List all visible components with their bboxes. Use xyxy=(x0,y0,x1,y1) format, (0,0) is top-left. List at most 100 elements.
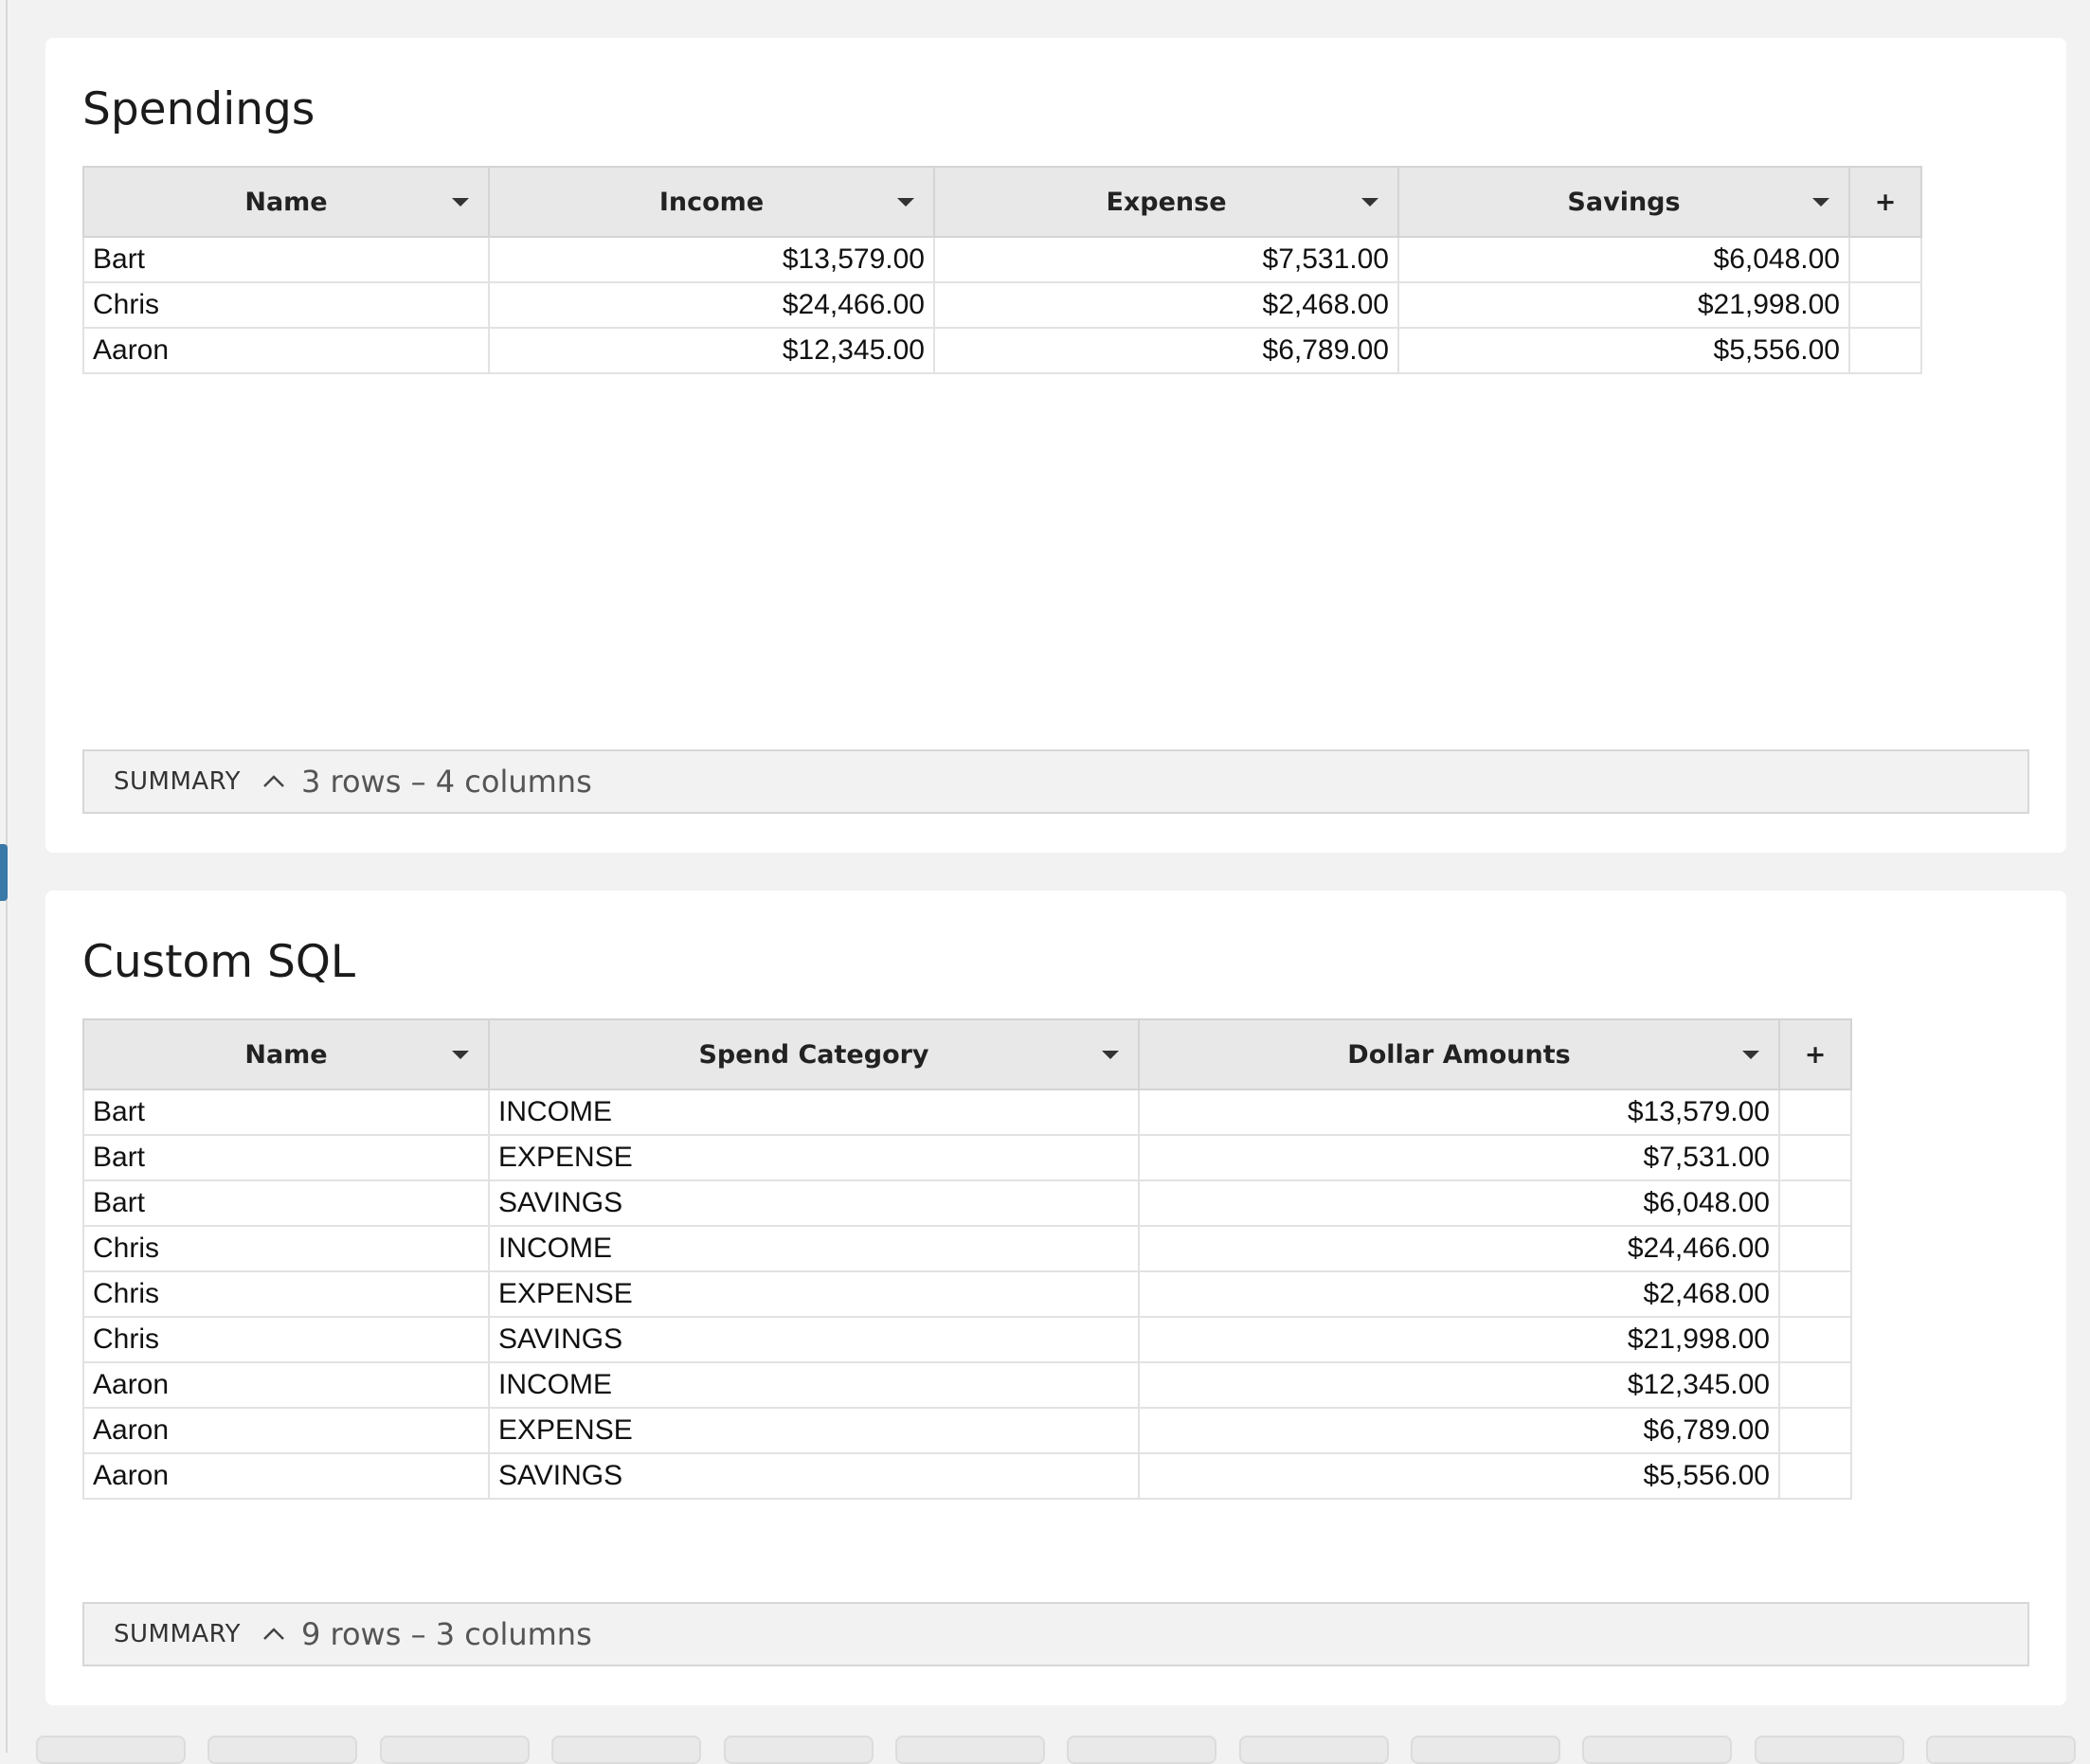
custom-sql-table: Name Spend Category Dollar Amounts + Bar… xyxy=(82,1018,1852,1500)
cell-dollar-amount[interactable]: $6,048.00 xyxy=(1138,1179,1780,1227)
column-header-income[interactable]: Income xyxy=(488,166,935,238)
caret-down-icon[interactable] xyxy=(1742,1051,1759,1059)
chevron-up-icon[interactable] xyxy=(261,772,286,791)
cell-dollar-amount[interactable]: $2,468.00 xyxy=(1138,1270,1780,1318)
cell-name[interactable]: Bart xyxy=(82,1134,490,1181)
caret-down-icon[interactable] xyxy=(452,198,469,207)
cell-name[interactable]: Bart xyxy=(82,236,490,283)
table-row: Bart $13,579.00 $7,531.00 $6,048.00 xyxy=(82,236,1922,283)
cell-empty xyxy=(1778,1270,1852,1318)
bottom-tab[interactable] xyxy=(551,1736,701,1764)
cell-spend-category[interactable]: INCOME xyxy=(488,1089,1140,1136)
cell-savings[interactable]: $5,556.00 xyxy=(1397,327,1850,374)
cell-empty xyxy=(1778,1452,1852,1500)
cell-dollar-amount[interactable]: $24,466.00 xyxy=(1138,1225,1780,1272)
add-column-button[interactable]: + xyxy=(1778,1018,1852,1090)
summary-bar: SUMMARY 3 rows – 4 columns xyxy=(82,749,2029,814)
cell-dollar-amount[interactable]: $6,789.00 xyxy=(1138,1407,1780,1454)
summary-counts: 3 rows – 4 columns xyxy=(300,764,592,800)
cell-spend-category[interactable]: EXPENSE xyxy=(488,1407,1140,1454)
cell-dollar-amount[interactable]: $13,579.00 xyxy=(1138,1089,1780,1136)
cell-expense[interactable]: $6,789.00 xyxy=(933,327,1399,374)
cell-spend-category[interactable]: SAVINGS xyxy=(488,1316,1140,1363)
table-row: Bart INCOME $13,579.00 xyxy=(82,1089,1852,1136)
cell-spend-category[interactable]: EXPENSE xyxy=(488,1134,1140,1181)
cell-empty xyxy=(1848,236,1922,283)
summary-counts: 9 rows – 3 columns xyxy=(300,1616,592,1652)
cell-name[interactable]: Bart xyxy=(82,1179,490,1227)
caret-down-icon[interactable] xyxy=(1102,1051,1119,1059)
cell-name[interactable]: Chris xyxy=(82,1270,490,1318)
chevron-up-icon[interactable] xyxy=(261,1625,286,1644)
caret-down-icon[interactable] xyxy=(1361,198,1378,207)
column-header-spend-category[interactable]: Spend Category xyxy=(488,1018,1140,1090)
bottom-tab[interactable] xyxy=(207,1736,357,1764)
cell-name[interactable]: Aaron xyxy=(82,327,490,374)
cell-name[interactable]: Chris xyxy=(82,1316,490,1363)
caret-down-icon[interactable] xyxy=(897,198,914,207)
table-row: Chris INCOME $24,466.00 xyxy=(82,1225,1852,1272)
table-row: Bart SAVINGS $6,048.00 xyxy=(82,1179,1852,1227)
table-row: Aaron EXPENSE $6,789.00 xyxy=(82,1407,1852,1454)
bottom-tab[interactable] xyxy=(380,1736,530,1764)
cell-income[interactable]: $24,466.00 xyxy=(488,281,935,329)
table-row: Chris SAVINGS $21,998.00 xyxy=(82,1316,1852,1363)
cell-empty xyxy=(1778,1225,1852,1272)
add-column-button[interactable]: + xyxy=(1848,166,1922,238)
cell-name[interactable]: Aaron xyxy=(82,1407,490,1454)
summary-toggle-label[interactable]: SUMMARY xyxy=(114,1620,241,1648)
column-header-label: Expense xyxy=(1106,187,1227,217)
cell-income[interactable]: $12,345.00 xyxy=(488,327,935,374)
cell-spend-category[interactable]: INCOME xyxy=(488,1225,1140,1272)
cell-empty xyxy=(1778,1407,1852,1454)
cell-empty xyxy=(1848,327,1922,374)
bottom-tab[interactable] xyxy=(1582,1736,1732,1764)
column-header-savings[interactable]: Savings xyxy=(1397,166,1850,238)
cell-dollar-amount[interactable]: $5,556.00 xyxy=(1138,1452,1780,1500)
summary-toggle-label[interactable]: SUMMARY xyxy=(114,767,241,796)
cell-expense[interactable]: $7,531.00 xyxy=(933,236,1399,283)
cell-dollar-amount[interactable]: $12,345.00 xyxy=(1138,1361,1780,1409)
bottom-tab[interactable] xyxy=(36,1736,186,1764)
cell-empty xyxy=(1778,1361,1852,1409)
table-row: Aaron INCOME $12,345.00 xyxy=(82,1361,1852,1409)
cell-name[interactable]: Aaron xyxy=(82,1452,490,1500)
sidebar-toggle-handle[interactable] xyxy=(0,844,8,901)
cell-empty xyxy=(1778,1134,1852,1181)
bottom-tab[interactable] xyxy=(1067,1736,1216,1764)
card-title: Custom SQL xyxy=(82,936,356,988)
column-header-name[interactable]: Name xyxy=(82,166,490,238)
bottom-tab[interactable] xyxy=(1411,1736,1560,1764)
column-header-dollar-amounts[interactable]: Dollar Amounts xyxy=(1138,1018,1780,1090)
cell-name[interactable]: Chris xyxy=(82,1225,490,1272)
table-row: Bart EXPENSE $7,531.00 xyxy=(82,1134,1852,1181)
cell-spend-category[interactable]: SAVINGS xyxy=(488,1179,1140,1227)
cell-name[interactable]: Bart xyxy=(82,1089,490,1136)
cell-name[interactable]: Aaron xyxy=(82,1361,490,1409)
caret-down-icon[interactable] xyxy=(452,1051,469,1059)
bottom-tab[interactable] xyxy=(1239,1736,1389,1764)
cell-spend-category[interactable]: EXPENSE xyxy=(488,1270,1140,1318)
cell-spend-category[interactable]: SAVINGS xyxy=(488,1452,1140,1500)
cell-empty xyxy=(1778,1316,1852,1363)
cell-dollar-amount[interactable]: $21,998.00 xyxy=(1138,1316,1780,1363)
column-header-name[interactable]: Name xyxy=(82,1018,490,1090)
bottom-tab[interactable] xyxy=(1755,1736,1904,1764)
bottom-tab[interactable] xyxy=(724,1736,874,1764)
cell-savings[interactable]: $6,048.00 xyxy=(1397,236,1850,283)
table-row: Chris EXPENSE $2,468.00 xyxy=(82,1270,1852,1318)
cell-spend-category[interactable]: INCOME xyxy=(488,1361,1140,1409)
bottom-tab[interactable] xyxy=(895,1736,1045,1764)
caret-down-icon[interactable] xyxy=(1812,198,1829,207)
cell-dollar-amount[interactable]: $7,531.00 xyxy=(1138,1134,1780,1181)
bottom-tab[interactable] xyxy=(1926,1736,2076,1764)
card-title: Spendings xyxy=(82,83,315,135)
spendings-table: Name Income Expense Savings + Bart $13,5… xyxy=(82,166,1922,374)
cell-expense[interactable]: $2,468.00 xyxy=(933,281,1399,329)
cell-empty xyxy=(1848,281,1922,329)
cell-name[interactable]: Chris xyxy=(82,281,490,329)
cell-income[interactable]: $13,579.00 xyxy=(488,236,935,283)
table-row: Aaron $12,345.00 $6,789.00 $5,556.00 xyxy=(82,327,1922,374)
column-header-expense[interactable]: Expense xyxy=(933,166,1399,238)
cell-savings[interactable]: $21,998.00 xyxy=(1397,281,1850,329)
